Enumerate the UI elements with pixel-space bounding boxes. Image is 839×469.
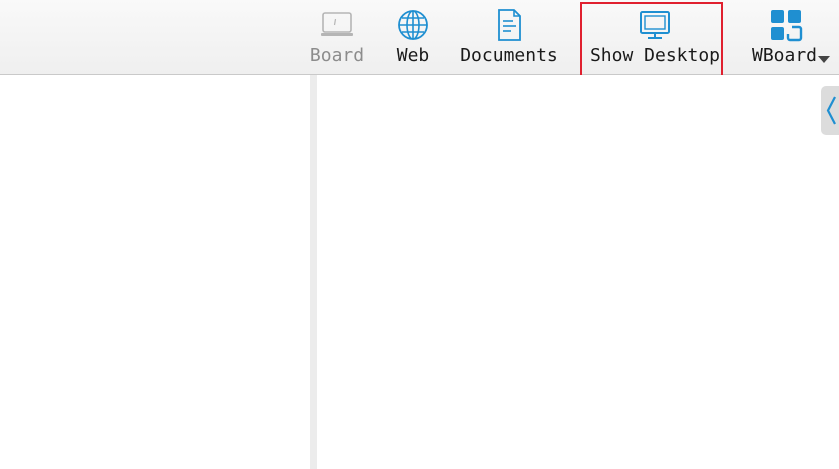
globe-icon: [396, 8, 430, 42]
documents-button[interactable]: Documents: [456, 0, 562, 74]
board-label: Board: [309, 45, 365, 66]
board-icon: [320, 8, 354, 42]
collapse-panel-handle[interactable]: [821, 86, 839, 135]
web-label: Web: [396, 45, 430, 66]
panel-splitter[interactable]: [310, 75, 317, 469]
left-panel: [0, 75, 310, 469]
web-button[interactable]: Web: [390, 0, 436, 74]
main-area: [317, 75, 839, 469]
apps-grid-icon: [769, 8, 803, 42]
board-button[interactable]: Board: [304, 0, 370, 74]
show-desktop-label: Show Desktop: [589, 45, 721, 66]
document-icon: [492, 8, 526, 42]
top-toolbar: Board Web Documents Show Desktop WBoard: [0, 0, 839, 75]
monitor-icon: [638, 8, 672, 42]
chevron-down-icon[interactable]: [818, 56, 830, 63]
documents-label: Documents: [460, 45, 558, 66]
show-desktop-button[interactable]: Show Desktop: [584, 0, 726, 74]
chevron-left-icon: [826, 96, 836, 125]
